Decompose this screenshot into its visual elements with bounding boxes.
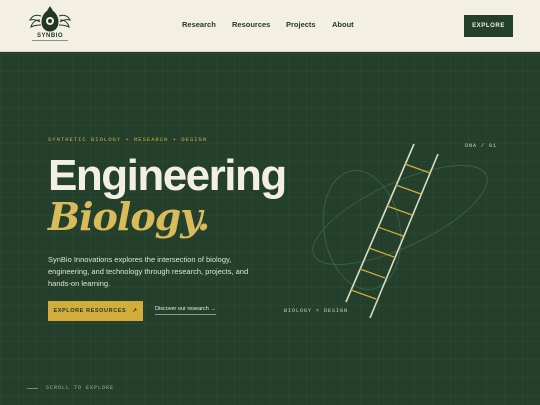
nav-research[interactable]: Research <box>182 20 216 29</box>
hero-eyebrow: SYNTHETIC BIOLOGY • RESEARCH • DESIGN <box>48 136 208 143</box>
explore-button[interactable]: EXPLORE <box>464 15 513 37</box>
nav-resources[interactable]: Resources <box>232 20 270 29</box>
hero-description: SynBio Innovations explores the intersec… <box>48 255 249 288</box>
nav-about[interactable]: About <box>332 20 354 29</box>
arrow-up-right-icon: ↗ <box>132 308 138 314</box>
nav-projects[interactable]: Projects <box>286 20 316 29</box>
main-nav: Research Resources Projects About <box>0 20 540 32</box>
logo-text: SYNBIO <box>36 33 63 39</box>
biology-design-tag: BIOLOGY × DESIGN <box>284 308 349 314</box>
discover-research-link[interactable]: Discover our research → <box>155 306 216 315</box>
explore-resources-button[interactable]: EXPLORE RESOURCES ↗ <box>48 301 143 321</box>
dna-tag: DNA / 01 <box>465 143 498 149</box>
dna-ladder-graphic <box>312 143 488 319</box>
scroll-indicator-line <box>27 388 38 389</box>
scroll-hint[interactable]: SCROLL TO EXPLORE <box>46 385 114 391</box>
site-header: SYNBIO Research Resources Projects About… <box>0 0 540 52</box>
explore-resources-label: EXPLORE RESOURCES <box>53 308 127 314</box>
hero-title-line2: Biology. <box>48 194 210 239</box>
logo-divider <box>32 40 68 41</box>
